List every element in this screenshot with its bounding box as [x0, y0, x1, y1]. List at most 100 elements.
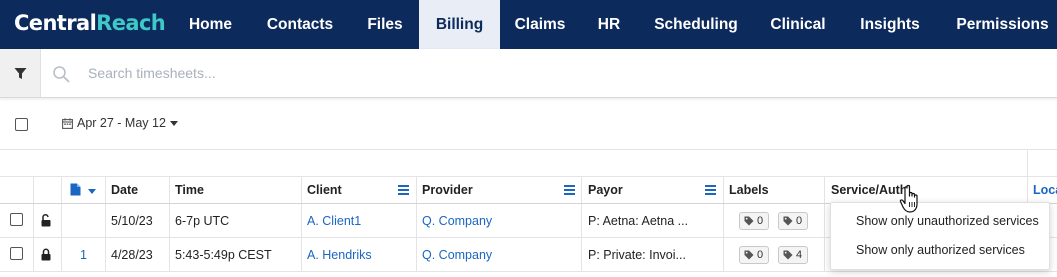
nav-item-hr[interactable]: HR: [582, 0, 636, 49]
column-divider: [824, 177, 825, 203]
select-all-checkbox[interactable]: [15, 118, 28, 131]
client-column-menu-icon[interactable]: [398, 185, 409, 195]
row-client-link[interactable]: A. Client1: [307, 204, 361, 238]
column-divider: [416, 238, 417, 271]
label-chip[interactable]: 0: [739, 246, 770, 264]
column-divider: [301, 204, 302, 237]
column-header-date[interactable]: Date: [111, 177, 138, 204]
column-divider: [105, 204, 106, 237]
row-checkbox[interactable]: [10, 247, 23, 260]
column-header-labels[interactable]: Labels: [729, 177, 769, 204]
column-header-provider[interactable]: Provider: [422, 177, 473, 204]
label-chip[interactable]: 4: [778, 246, 809, 264]
column-divider: [169, 177, 170, 203]
column-header-payor[interactable]: Payor: [588, 177, 623, 204]
column-divider: [723, 177, 724, 203]
column-divider: [824, 204, 825, 237]
label-count: 0: [796, 215, 803, 227]
tag-icon: [783, 216, 793, 226]
column-divider: [61, 204, 62, 237]
search-icon: [53, 66, 70, 83]
menu-item-unauthorized-services[interactable]: Show only unauthorized services: [856, 211, 1039, 231]
column-header-service-auth[interactable]: Service/Auth: [831, 177, 907, 204]
column-divider: [301, 177, 302, 203]
column-divider: [1027, 150, 1028, 177]
row-date: 4/28/23: [111, 248, 153, 262]
label-count: 0: [757, 249, 764, 261]
column-divider: [105, 238, 106, 271]
column-divider: [301, 238, 302, 271]
label-count: 0: [757, 215, 764, 227]
column-divider: [723, 238, 724, 271]
row-provider-link[interactable]: Q. Company: [422, 204, 492, 238]
column-divider: [416, 177, 417, 203]
table-spacer-row: [0, 150, 1057, 177]
row-time: 6-7p UTC: [175, 214, 230, 228]
chevron-down-icon: [169, 121, 178, 126]
filter-icon: [14, 67, 26, 79]
hand-pointer-cursor-icon: [899, 184, 918, 213]
column-divider: [581, 204, 582, 237]
nav-item-clinical[interactable]: Clinical: [756, 0, 840, 49]
row-date: 5/10/23: [111, 214, 153, 228]
service-auth-filter-menu: Show only unauthorized services Show onl…: [830, 202, 1050, 270]
nav-item-scheduling[interactable]: Scheduling: [640, 0, 752, 49]
column-divider: [61, 177, 62, 203]
column-divider: [581, 177, 582, 203]
column-divider: [416, 204, 417, 237]
timesheet-toolbar: Apr 27 - May 12: [0, 98, 1057, 150]
tag-icon: [783, 250, 793, 260]
nav-item-home[interactable]: Home: [174, 0, 247, 49]
top-navigation-bar: CentralReach Home Contacts Files Billing…: [0, 0, 1057, 49]
nav-item-permissions[interactable]: Permissions: [940, 0, 1057, 49]
filter-button[interactable]: [0, 49, 41, 97]
column-divider: [169, 204, 170, 237]
nav-item-files[interactable]: Files: [353, 0, 417, 49]
locked-icon[interactable]: [40, 248, 52, 261]
payor-column-menu-icon[interactable]: [705, 185, 716, 195]
unlocked-icon[interactable]: [40, 214, 52, 227]
date-range-label: Apr 27 - May 12: [77, 116, 166, 130]
provider-column-menu-icon[interactable]: [564, 185, 575, 195]
column-divider: [581, 238, 582, 271]
date-range-picker[interactable]: Apr 27 - May 12: [62, 116, 178, 130]
label-chip[interactable]: 0: [778, 212, 809, 230]
document-icon: [70, 183, 81, 196]
tag-icon: [744, 216, 754, 226]
row-payor: P: Private: Invoi...: [588, 248, 686, 262]
column-header-client[interactable]: Client: [307, 177, 342, 204]
row-payor: P: Aetna: Aetna ...: [588, 214, 689, 228]
menu-item-authorized-services[interactable]: Show only authorized services: [856, 240, 1025, 260]
nav-item-claims[interactable]: Claims: [502, 0, 578, 49]
column-divider: [33, 177, 34, 203]
documents-column-header[interactable]: [70, 177, 97, 204]
nav-item-insights[interactable]: Insights: [845, 0, 935, 49]
column-divider: [33, 238, 34, 271]
nav-item-contacts[interactable]: Contacts: [251, 0, 349, 49]
centralreach-logo[interactable]: CentralReach: [14, 11, 166, 35]
nav-item-billing[interactable]: Billing: [419, 0, 500, 49]
logo-text-central: Central: [14, 11, 97, 35]
column-header-time[interactable]: Time: [175, 177, 204, 204]
column-divider: [723, 204, 724, 237]
column-divider: [1027, 177, 1028, 203]
tag-icon: [744, 250, 754, 260]
logo-text-reach: Reach: [96, 11, 166, 35]
column-divider: [61, 238, 62, 271]
column-divider: [169, 238, 170, 271]
label-chip[interactable]: 0: [739, 212, 770, 230]
column-header-location[interactable]: Loca: [1033, 177, 1057, 204]
document-count-link[interactable]: 1: [80, 238, 87, 272]
row-provider-link[interactable]: Q. Company: [422, 238, 492, 272]
row-client-link[interactable]: A. Hendriks: [307, 238, 372, 272]
chevron-down-icon: [88, 189, 97, 194]
column-divider: [824, 238, 825, 271]
label-count: 4: [796, 249, 803, 261]
search-input[interactable]: [88, 61, 688, 85]
row-time: 5:43-5:49p CEST: [175, 248, 272, 262]
search-bar: [0, 49, 1057, 98]
calendar-icon: [62, 117, 73, 129]
column-divider: [105, 177, 106, 203]
column-divider: [33, 204, 34, 237]
row-checkbox[interactable]: [10, 213, 23, 226]
